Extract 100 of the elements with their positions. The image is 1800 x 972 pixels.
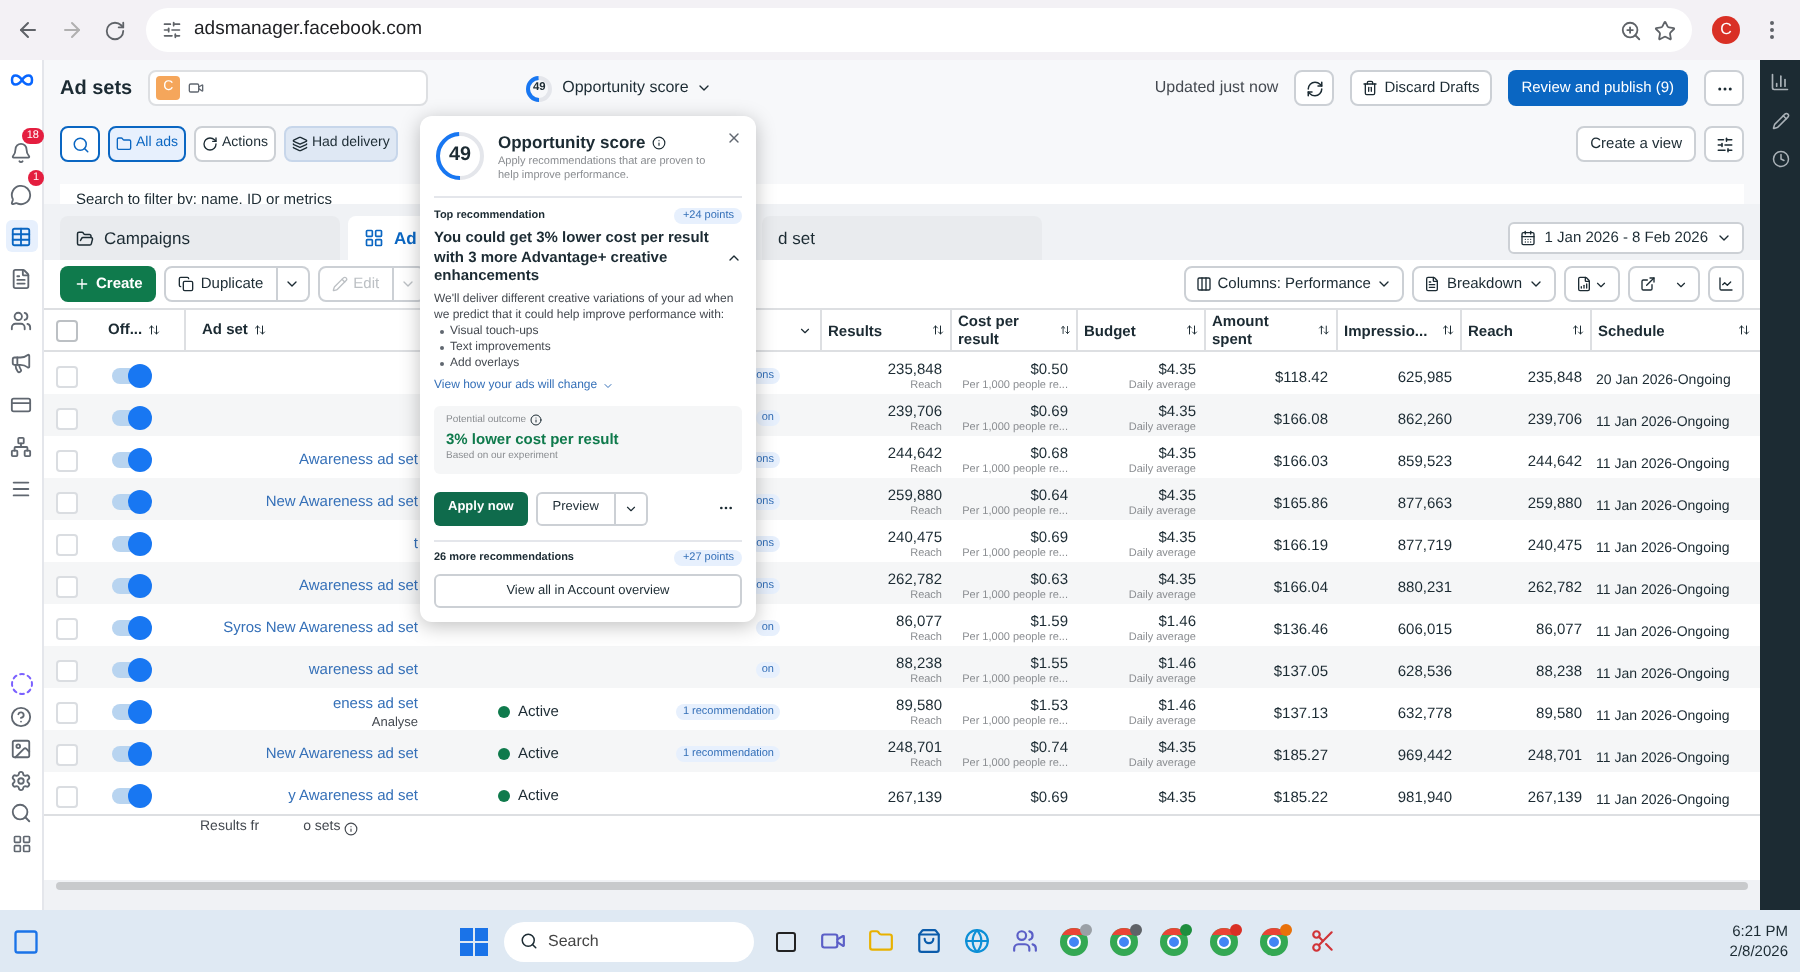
export-button[interactable] — [1628, 266, 1700, 302]
sort-icon[interactable] — [1572, 324, 1584, 336]
camera-app-icon[interactable] — [820, 928, 846, 954]
toggle-switch[interactable] — [112, 788, 148, 804]
toggle-switch[interactable] — [112, 494, 148, 510]
folder-icon — [76, 229, 94, 247]
tab[interactable]: Campaigns — [60, 216, 340, 260]
refresh-icon — [1305, 79, 1324, 97]
caret-icon — [1716, 230, 1732, 246]
row-checkbox[interactable] — [56, 449, 78, 471]
row-checkbox[interactable] — [56, 785, 78, 807]
caret-icon — [623, 501, 638, 516]
browser-icon[interactable] — [1160, 927, 1188, 955]
sort-icon[interactable] — [1186, 324, 1198, 336]
people-icon — [10, 309, 32, 331]
help-icon[interactable] — [10, 706, 32, 728]
row-checkbox[interactable] — [56, 365, 78, 387]
profile-avatar[interactable]: C — [1712, 16, 1740, 44]
grid-icon — [364, 228, 384, 248]
megaphone-icon — [10, 351, 32, 373]
camera-icon — [188, 80, 205, 96]
taskbar-search-field[interactable]: Search — [504, 921, 754, 961]
info-icon — [344, 822, 359, 836]
close-icon[interactable] — [726, 130, 742, 146]
image-icon[interactable] — [10, 738, 32, 760]
windows-logo-icon[interactable] — [460, 927, 488, 955]
tab[interactable]: d set — [762, 216, 1042, 260]
trash-icon — [1362, 80, 1379, 96]
nav-item[interactable] — [5, 220, 37, 252]
bar-chart-icon[interactable] — [1770, 72, 1790, 92]
team-app-icon[interactable] — [1012, 928, 1038, 954]
row-checkbox[interactable] — [56, 617, 78, 639]
sort-icon[interactable] — [148, 324, 161, 336]
reports-button[interactable] — [1564, 266, 1620, 302]
sort-icon[interactable] — [1059, 324, 1070, 336]
zoom-icon[interactable] — [1620, 19, 1642, 41]
sort-icon[interactable] — [1318, 324, 1330, 336]
document-icon — [10, 267, 32, 289]
search-icon[interactable] — [10, 802, 32, 824]
info-icon — [530, 414, 543, 427]
caret-icon — [400, 276, 417, 292]
clock-icon[interactable] — [1771, 150, 1789, 168]
sort-icon[interactable] — [932, 324, 944, 336]
site-settings-icon[interactable] — [162, 20, 182, 40]
scissors-icon[interactable] — [1310, 928, 1336, 954]
toggle-switch[interactable] — [112, 704, 148, 720]
address-field[interactable]: adsmanager.facebook.com — [146, 8, 1692, 52]
row-checkbox[interactable] — [56, 491, 78, 513]
caret-icon[interactable] — [798, 323, 812, 337]
caret-icon — [1674, 277, 1689, 291]
popup-title: Opportunity score — [498, 130, 646, 156]
search-button[interactable] — [60, 126, 100, 162]
toggle-switch[interactable] — [112, 410, 148, 426]
store-icon[interactable] — [916, 928, 942, 954]
layers-icon — [291, 136, 308, 152]
toggle-switch[interactable] — [112, 452, 148, 468]
network-icon — [10, 435, 32, 457]
reload-icon[interactable] — [104, 19, 126, 41]
pencil-icon — [331, 276, 348, 292]
grid-icon[interactable] — [11, 834, 31, 854]
row-checkbox[interactable] — [56, 659, 78, 681]
browser-icon[interactable] — [964, 928, 990, 954]
card-icon — [10, 393, 32, 415]
toggle-switch[interactable] — [112, 536, 148, 552]
back-icon[interactable] — [16, 18, 40, 42]
toggle-switch[interactable] — [112, 578, 148, 594]
toggle-switch[interactable] — [112, 620, 148, 636]
toggle-switch[interactable] — [112, 368, 148, 384]
row-checkbox[interactable] — [56, 407, 78, 429]
horizontal-scrollbar[interactable] — [56, 882, 1748, 890]
sort-icon[interactable] — [253, 324, 266, 336]
assistant-ring-icon[interactable] — [9, 672, 33, 696]
bookmark-icon[interactable] — [1654, 19, 1676, 41]
sort-icon[interactable] — [1738, 324, 1750, 336]
browser-icon[interactable] — [1060, 927, 1088, 955]
caret-icon — [1594, 277, 1608, 291]
infinity-logo-icon[interactable] — [7, 72, 35, 88]
export-icon — [1639, 276, 1656, 292]
toggle-switch[interactable] — [112, 746, 148, 762]
pencil-icon[interactable] — [1771, 112, 1789, 130]
browser-icon[interactable] — [1210, 927, 1238, 955]
report-icon — [1576, 276, 1592, 292]
settings-icon[interactable] — [10, 770, 32, 792]
select-all-checkbox[interactable] — [56, 319, 78, 341]
caret-icon — [284, 276, 301, 292]
sliders-icon — [1715, 135, 1733, 153]
row-checkbox[interactable] — [56, 533, 78, 555]
sort-icon[interactable] — [1442, 324, 1454, 336]
caret-icon — [601, 380, 614, 392]
chat-icon — [10, 183, 32, 205]
row-checkbox[interactable] — [56, 701, 78, 723]
settings-button[interactable] — [1704, 126, 1744, 162]
browser-icon[interactable] — [1260, 927, 1288, 955]
chart-button[interactable] — [1708, 266, 1744, 302]
row-checkbox[interactable] — [56, 575, 78, 597]
toggle-switch[interactable] — [112, 662, 148, 678]
row-checkbox[interactable] — [56, 743, 78, 765]
browser-icon[interactable] — [1110, 927, 1138, 955]
refresh-button[interactable] — [1294, 70, 1335, 106]
plus-icon — [74, 276, 90, 292]
